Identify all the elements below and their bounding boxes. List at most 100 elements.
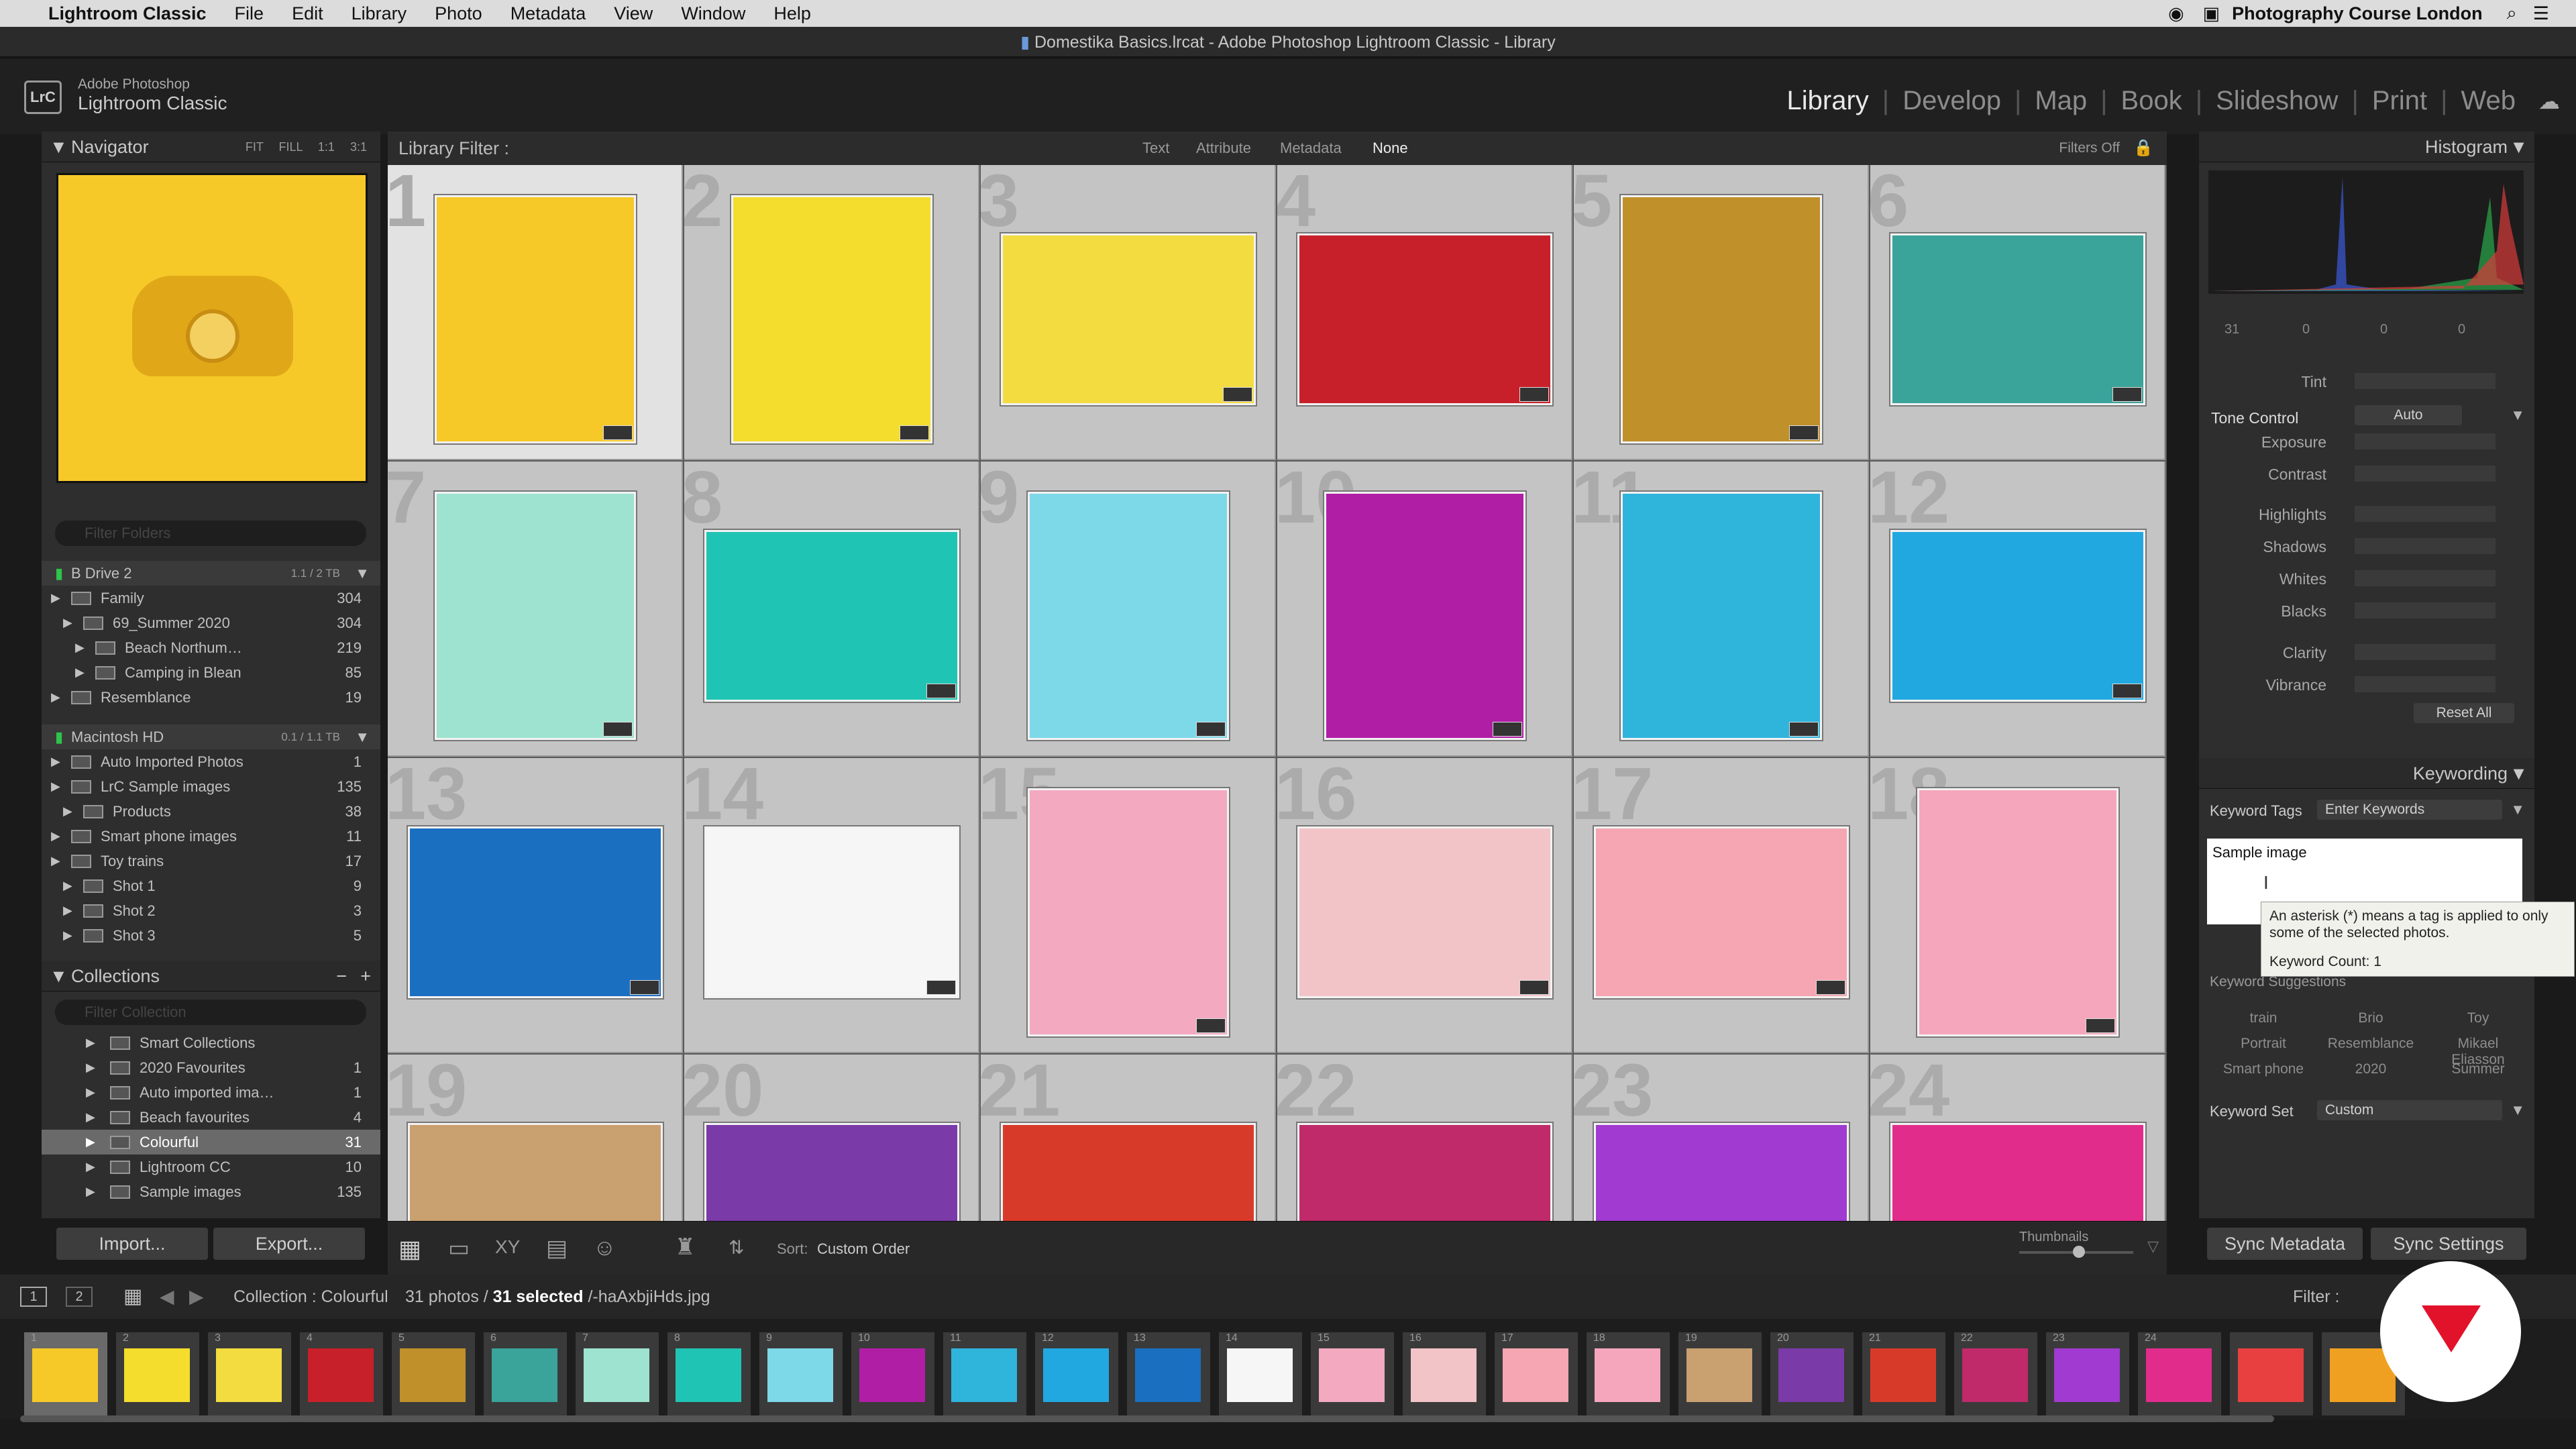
qd-adjust-buttons[interactable]: [2355, 602, 2496, 619]
collection-row[interactable]: ▶ Beach favourites 4: [42, 1105, 380, 1130]
menu-list-icon[interactable]: ☰: [2533, 3, 2549, 24]
filmstrip-thumb[interactable]: 23: [2046, 1332, 2129, 1415]
spray-can-icon[interactable]: ♜: [675, 1234, 695, 1260]
folder-row[interactable]: ▶ Auto Imported Photos 1: [42, 749, 380, 774]
zoom-fill[interactable]: FILL: [279, 140, 303, 154]
keyword-suggestion[interactable]: Resemblance: [2324, 1036, 2418, 1052]
disclosure-triangle-icon[interactable]: ▶: [86, 1155, 95, 1179]
sync-settings-button[interactable]: Sync Settings: [2371, 1228, 2526, 1260]
menu-metadata[interactable]: Metadata: [511, 3, 586, 24]
photo-thumbnail[interactable]: [1297, 826, 1552, 998]
keyword-suggestion[interactable]: train: [2216, 1010, 2310, 1026]
collapse-triangle-icon[interactable]: ▼: [2510, 131, 2528, 162]
collection-row[interactable]: ▶ 2020 Favourites 1: [42, 1055, 380, 1080]
photo-thumbnail[interactable]: [1890, 1123, 2145, 1221]
filmstrip-thumb[interactable]: 12: [1035, 1332, 1118, 1415]
grid-cell[interactable]: 3: [981, 165, 1276, 460]
filmstrip-thumb[interactable]: 11: [943, 1332, 1026, 1415]
disclosure-triangle-icon[interactable]: ▶: [63, 923, 72, 948]
keyword-suggestion[interactable]: 2020: [2324, 1061, 2418, 1077]
filmstrip-thumb[interactable]: 15: [1311, 1332, 1394, 1415]
folder-row[interactable]: ▶ Family 304: [42, 586, 380, 610]
filmstrip-thumb[interactable]: 18: [1587, 1332, 1670, 1415]
zoom-fit[interactable]: FIT: [246, 140, 264, 154]
photo-thumbnail[interactable]: [704, 1123, 959, 1221]
sort-direction-icon[interactable]: ⇅: [729, 1236, 744, 1258]
photo-thumbnail[interactable]: [704, 826, 959, 998]
volume-macintosh-hd[interactable]: ▮ Macintosh HD 0.1 / 1.1 TB ▼: [42, 724, 380, 749]
folder-row[interactable]: ▶ Products 38: [42, 799, 380, 824]
filmstrip-thumb[interactable]: 2: [116, 1332, 199, 1415]
collection-row[interactable]: ▶ Auto imported ima… 1: [42, 1080, 380, 1105]
keyword-suggestion[interactable]: Brio: [2324, 1010, 2418, 1026]
disclosure-triangle-icon[interactable]: ▶: [86, 1130, 95, 1155]
module-map[interactable]: Map: [2021, 86, 2100, 116]
histogram-header[interactable]: Histogram ▼: [2199, 131, 2534, 162]
keyword-suggestion[interactable]: Toy: [2431, 1010, 2525, 1026]
filmstrip-thumb[interactable]: 8: [667, 1332, 751, 1415]
reset-all-button[interactable]: Reset All: [2414, 703, 2514, 723]
disclosure-triangle-icon[interactable]: ▶: [63, 898, 72, 923]
filmstrip-thumb[interactable]: 14: [1219, 1332, 1302, 1415]
menu-edit[interactable]: Edit: [292, 3, 323, 24]
filter-tab-attribute[interactable]: Attribute: [1196, 131, 1251, 165]
filmstrip-thumb[interactable]: 17: [1495, 1332, 1578, 1415]
grid-cell[interactable]: 14: [684, 758, 979, 1053]
keyword-tags-mode-dropdown[interactable]: Enter Keywords: [2317, 800, 2502, 820]
qd-adjust-buttons[interactable]: [2355, 466, 2496, 482]
export-button[interactable]: Export...: [213, 1228, 365, 1260]
photo-thumbnail[interactable]: [1001, 1123, 1256, 1221]
grid-cell[interactable]: 9: [981, 462, 1276, 757]
grid-view-icon[interactable]: ▦: [123, 1275, 142, 1319]
filmstrip-thumb[interactable]: 4: [300, 1332, 383, 1415]
menu-library[interactable]: Library: [352, 3, 407, 24]
photo-thumbnail[interactable]: [435, 492, 636, 740]
filter-tab-metadata[interactable]: Metadata: [1280, 131, 1342, 165]
lock-icon[interactable]: 🔒: [2133, 131, 2153, 165]
photo-thumbnail[interactable]: [435, 195, 636, 443]
photo-thumbnail[interactable]: [1297, 1123, 1552, 1221]
filmstrip-source[interactable]: Collection : Colourful: [233, 1275, 388, 1319]
photo-thumbnail[interactable]: [1621, 492, 1822, 740]
photo-thumbnail[interactable]: [1890, 233, 2145, 405]
grid-cell[interactable]: 1: [388, 165, 683, 460]
folder-row[interactable]: ▶ 69_Summer 2020 304: [42, 610, 380, 635]
disclosure-triangle-icon[interactable]: ▶: [51, 749, 60, 774]
survey-view-icon[interactable]: ▤: [546, 1235, 568, 1262]
module-library[interactable]: Library: [1774, 86, 1882, 116]
photo-thumbnail[interactable]: [1917, 788, 2118, 1036]
filter-tab-text[interactable]: Text: [1142, 131, 1169, 165]
collapse-minus-icon[interactable]: −: [336, 961, 347, 991]
qd-adjust-buttons[interactable]: [2355, 644, 2496, 660]
screen-icon[interactable]: ▣: [2203, 3, 2220, 24]
photo-thumbnail[interactable]: [1324, 492, 1525, 740]
photo-thumbnail[interactable]: [704, 530, 959, 702]
search-icon[interactable]: ⌕: [2507, 3, 2517, 24]
filmstrip-thumb[interactable]: 3: [208, 1332, 291, 1415]
grid-cell[interactable]: 12: [1870, 462, 2165, 757]
disclosure-triangle-icon[interactable]: ▶: [63, 610, 72, 635]
cloud-sync-icon[interactable]: ☁: [2538, 89, 2560, 114]
photo-thumbnail[interactable]: [408, 826, 663, 998]
keywording-header[interactable]: Keywording ▼: [2199, 758, 2534, 789]
qd-adjust-buttons[interactable]: [2355, 506, 2496, 522]
collection-row[interactable]: ▶ Sample images 135: [42, 1179, 380, 1204]
filmstrip-thumb[interactable]: [2230, 1332, 2313, 1415]
filter-tab-none[interactable]: None: [1373, 131, 1408, 165]
disclosure-triangle-icon[interactable]: ▶: [86, 1105, 95, 1130]
photo-thumbnail[interactable]: [1594, 1123, 1849, 1221]
filmstrip-thumb[interactable]: 5: [392, 1332, 475, 1415]
filmstrip-scrollbar[interactable]: [20, 1415, 2274, 1422]
grid-cell[interactable]: 10: [1277, 462, 1572, 757]
zoom-3-1[interactable]: 3:1: [350, 140, 367, 154]
slider-thumb[interactable]: [2073, 1246, 2085, 1258]
filmstrip-thumb[interactable]: 19: [1678, 1332, 1762, 1415]
keyword-suggestion[interactable]: Portrait: [2216, 1036, 2310, 1052]
compare-view-icon[interactable]: XY: [495, 1236, 520, 1258]
grid-cell[interactable]: 11: [1574, 462, 1869, 757]
photo-thumbnail[interactable]: [1890, 530, 2145, 702]
menu-app[interactable]: Lightroom Classic: [48, 3, 207, 24]
menu-photo[interactable]: Photo: [435, 3, 482, 24]
grid-cell[interactable]: 8: [684, 462, 979, 757]
loupe-view-icon[interactable]: ▭: [448, 1235, 470, 1262]
